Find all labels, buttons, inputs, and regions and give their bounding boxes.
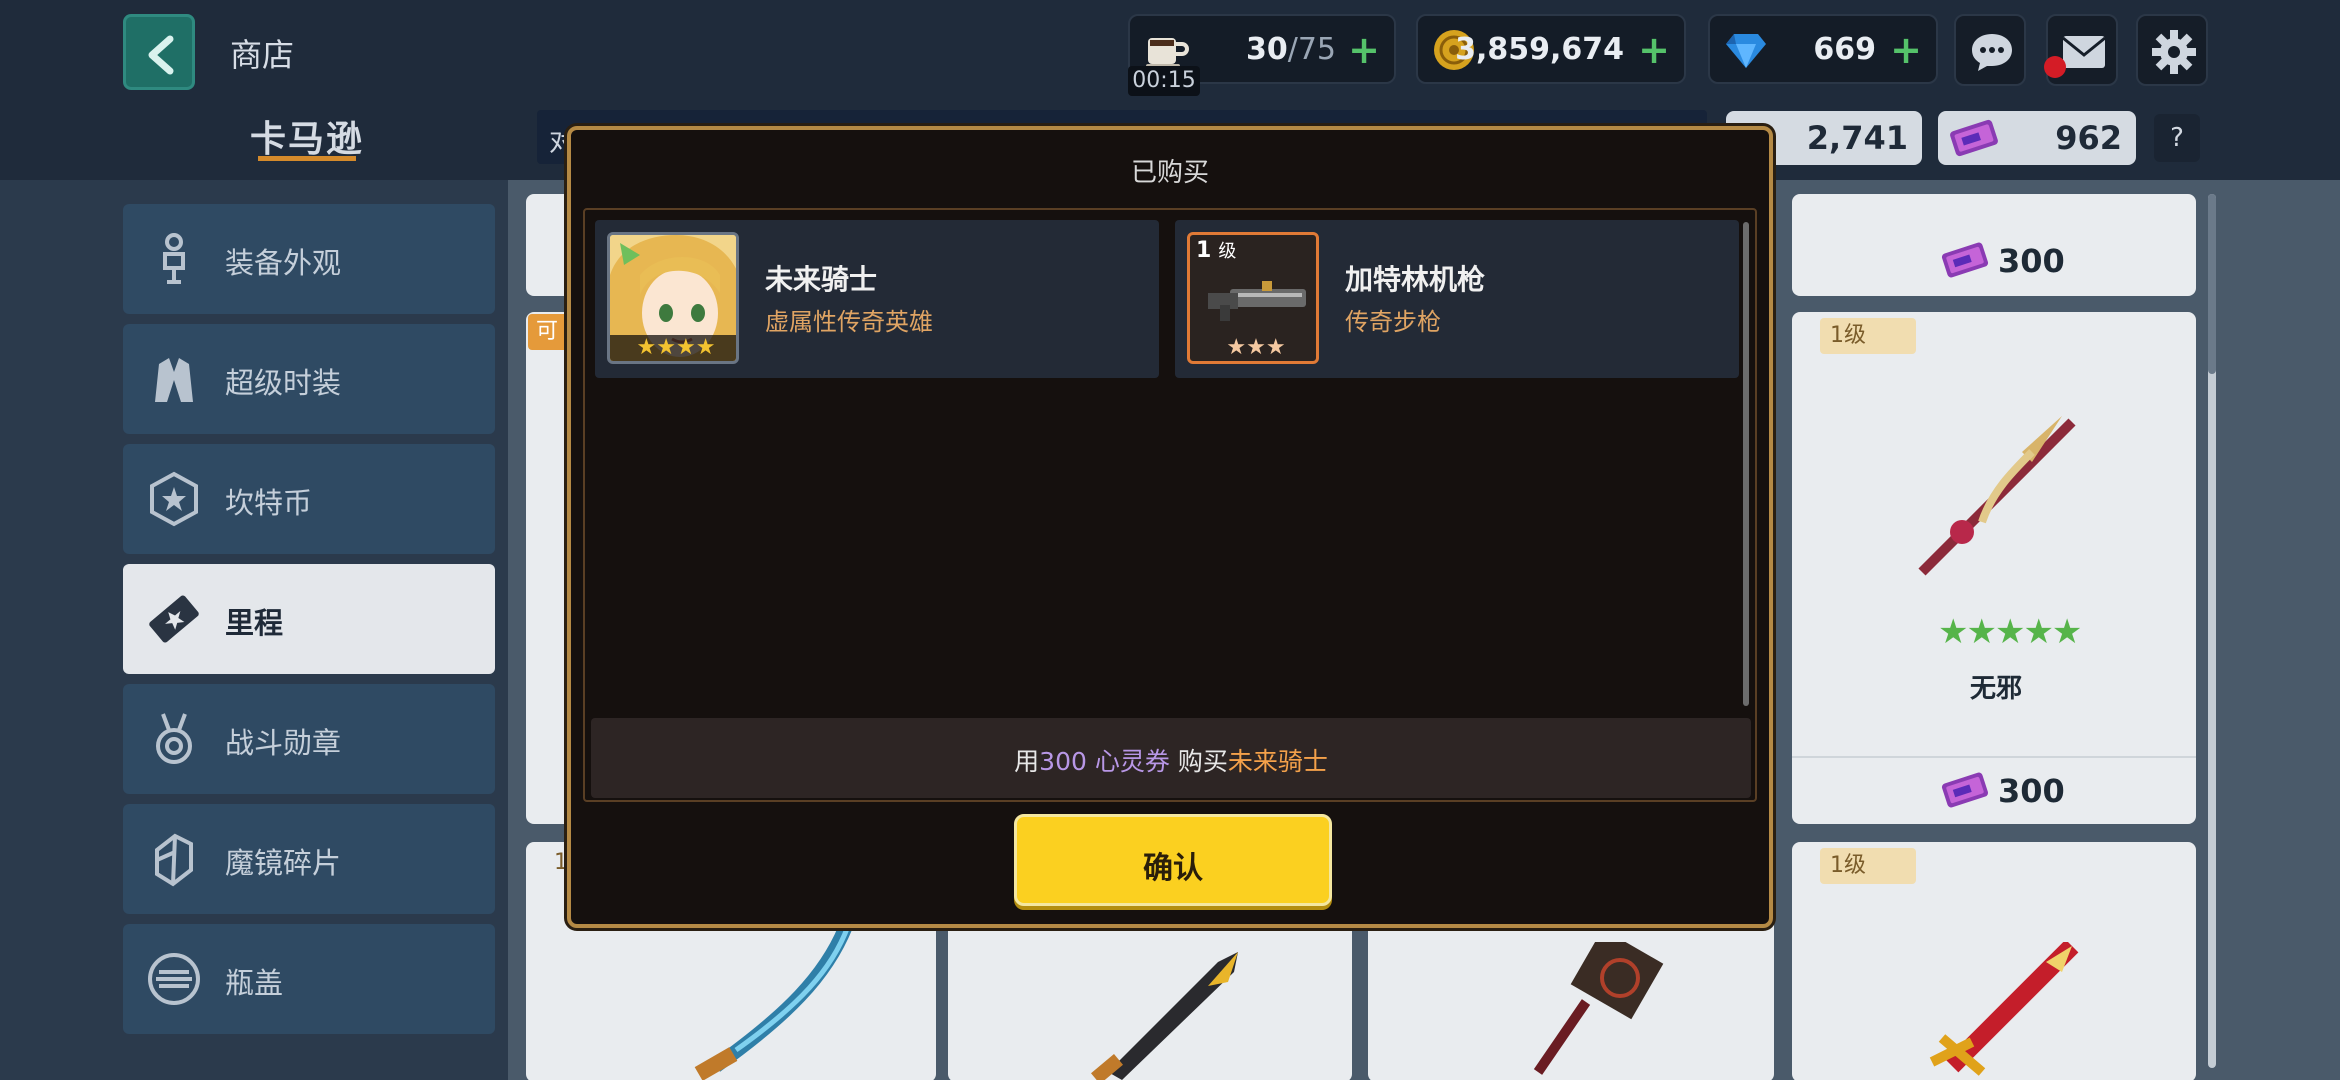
statue-icon bbox=[163, 233, 185, 284]
reward-item-weapon[interactable]: 1 级 ★★★ 加特林机枪 传奇步枪 bbox=[1175, 220, 1739, 378]
red-sword-weapon-image bbox=[1929, 942, 2079, 1076]
hero-portrait: ★★★★ bbox=[607, 232, 739, 364]
gold-value: 3,859,674 bbox=[1455, 32, 1624, 67]
sidebar-item-label: 战斗勋章 bbox=[225, 726, 342, 760]
gatling-gun-image bbox=[1208, 281, 1306, 321]
blue-scythe-weapon-image bbox=[694, 926, 853, 1080]
bottlecap-icon bbox=[148, 953, 200, 1005]
sidebar-item-label: 装备外观 bbox=[225, 246, 342, 280]
ticket-icon bbox=[1941, 772, 1989, 808]
card-level-badge: 1级 bbox=[1820, 318, 1916, 354]
sidebar-item-label: 超级时装 bbox=[225, 366, 342, 400]
black-blade-weapon-image bbox=[1091, 952, 1238, 1080]
hero-stars: ★★★★ bbox=[610, 335, 736, 361]
blue-gem-icon bbox=[1726, 34, 1766, 68]
sidebar-item-mirror-shard[interactable]: 魔镜碎片 bbox=[123, 804, 495, 914]
reward-list-scrollbar[interactable] bbox=[1743, 222, 1749, 706]
summary-amount: 300 bbox=[1039, 747, 1087, 776]
costume-icon bbox=[155, 358, 193, 402]
gem-add-button[interactable]: + bbox=[1890, 28, 1922, 72]
shard-icon bbox=[155, 833, 193, 887]
sidebar-item-kant-coin[interactable]: 坎特币 bbox=[123, 444, 495, 554]
gold-counter: 3,859,674 + bbox=[1416, 14, 1686, 84]
sidebar-item-equipment-skin[interactable]: 装备外观 bbox=[123, 204, 495, 314]
reward-subtitle: 传奇步枪 bbox=[1345, 308, 1441, 336]
ornate-spear-weapon-image bbox=[1918, 416, 2076, 576]
chat-bubble-icon bbox=[1972, 34, 2012, 71]
card-divider bbox=[1792, 756, 2196, 758]
gem-counter: 669 + bbox=[1708, 14, 1938, 84]
grid-scrollbar[interactable] bbox=[2208, 194, 2216, 1068]
weapon-level-number: 1 bbox=[1196, 238, 1212, 263]
gem-value: 669 bbox=[1813, 32, 1876, 67]
grid-scrollbar-thumb[interactable] bbox=[2208, 194, 2216, 374]
settings-button[interactable] bbox=[2136, 14, 2208, 86]
gear-icon bbox=[2152, 30, 2196, 74]
weapon-level-unit: 级 bbox=[1218, 241, 1237, 262]
sidebar-item-label: 瓶盖 bbox=[225, 966, 284, 1000]
reward-list: ★★★★ 未来骑士 虚属性传奇英雄 1 级 ★★★ 加特林机枪 传奇步枪 用30… bbox=[583, 208, 1757, 802]
summary-currency: 心灵券 bbox=[1094, 747, 1170, 776]
gold-add-button[interactable]: + bbox=[1638, 28, 1670, 72]
purchase-dialog: 已购买 ★★★★ 未来骑士 虚属性传奇英雄 1 级 ★★★ 加特林机枪 传奇步枪… bbox=[567, 126, 1773, 928]
confirm-label: 确认 bbox=[1143, 851, 1203, 886]
ticket-icon bbox=[1941, 242, 1989, 278]
stamina-value: 30 bbox=[1245, 32, 1288, 67]
rating-stars: ★★★★★ bbox=[1938, 612, 2082, 652]
tab-underline bbox=[258, 156, 356, 161]
cleaver-weapon-image bbox=[1533, 942, 1664, 1075]
sidebar-item-bottle-cap[interactable]: 瓶盖 bbox=[123, 924, 495, 1034]
purchase-summary: 用300 心灵券 购买未来骑士 bbox=[591, 718, 1751, 798]
ticket-icon bbox=[1950, 119, 1998, 157]
weapon-level: 1 级 bbox=[1196, 237, 1236, 263]
confirm-button[interactable]: 确认 bbox=[1014, 814, 1332, 906]
coin-badge-icon bbox=[150, 471, 198, 527]
summary-prefix: 用 bbox=[1014, 747, 1040, 776]
summary-line: 用300 心灵券 购买未来骑士 bbox=[591, 742, 1751, 778]
reward-name: 未来骑士 bbox=[765, 263, 878, 296]
medal-icon bbox=[156, 713, 192, 764]
dialog-title: 已购买 bbox=[1130, 158, 1209, 188]
weapon-stars: ★★★ bbox=[1226, 335, 1286, 360]
chat-button[interactable] bbox=[1954, 14, 2026, 86]
page-title: 商店 bbox=[230, 36, 295, 74]
ticket-counter: 962 bbox=[1938, 111, 2136, 165]
stamina-timer: 00:15 bbox=[1128, 66, 1200, 96]
help-button[interactable]: ? bbox=[2154, 114, 2200, 162]
sidebar-item-label: 魔镜碎片 bbox=[225, 846, 342, 880]
ticket-value: 962 bbox=[2055, 119, 2122, 157]
shop-logo: 卡马逊 bbox=[250, 119, 365, 160]
stamina-max: /75 bbox=[1287, 32, 1336, 67]
ticket-icon bbox=[149, 595, 199, 643]
reward-item-hero[interactable]: ★★★★ 未来骑士 虚属性传奇英雄 bbox=[595, 220, 1159, 378]
product-card[interactable]: 300 bbox=[1792, 194, 2196, 296]
card-name: 无邪 bbox=[1970, 674, 2023, 704]
card-price: 300 bbox=[1998, 772, 2065, 810]
sidebar-item-mileage[interactable]: 里程 bbox=[123, 564, 495, 674]
sidebar-item-super-costume[interactable]: 超级时装 bbox=[123, 324, 495, 434]
sidebar-item-battle-medal[interactable]: 战斗勋章 bbox=[123, 684, 495, 794]
mail-notification-dot bbox=[2044, 56, 2066, 78]
reward-name: 加特林机枪 bbox=[1345, 263, 1486, 296]
product-card[interactable]: 1级 bbox=[1792, 842, 2196, 1080]
card-level-badge: 1级 bbox=[1820, 848, 1916, 884]
currency-a-value: 2,741 bbox=[1806, 119, 1908, 157]
back-button[interactable] bbox=[123, 14, 195, 90]
envelope-icon bbox=[2062, 36, 2106, 68]
reward-subtitle: 虚属性传奇英雄 bbox=[765, 308, 933, 336]
chevron-left-icon bbox=[148, 35, 174, 75]
weapon-portrait: 1 级 ★★★ bbox=[1187, 232, 1319, 364]
sidebar-item-label: 坎特币 bbox=[225, 486, 313, 520]
summary-target: 未来骑士 bbox=[1227, 747, 1328, 776]
card-level: 1 bbox=[554, 850, 568, 875]
product-card-wuxie[interactable]: 1级 ★★★★★ 无邪 300 bbox=[1792, 312, 2196, 824]
summary-middle: 购买 bbox=[1177, 747, 1228, 776]
sidebar-item-label: 里程 bbox=[225, 606, 284, 640]
stamina-add-button[interactable]: + bbox=[1348, 28, 1380, 72]
card-price: 300 bbox=[1998, 242, 2065, 280]
